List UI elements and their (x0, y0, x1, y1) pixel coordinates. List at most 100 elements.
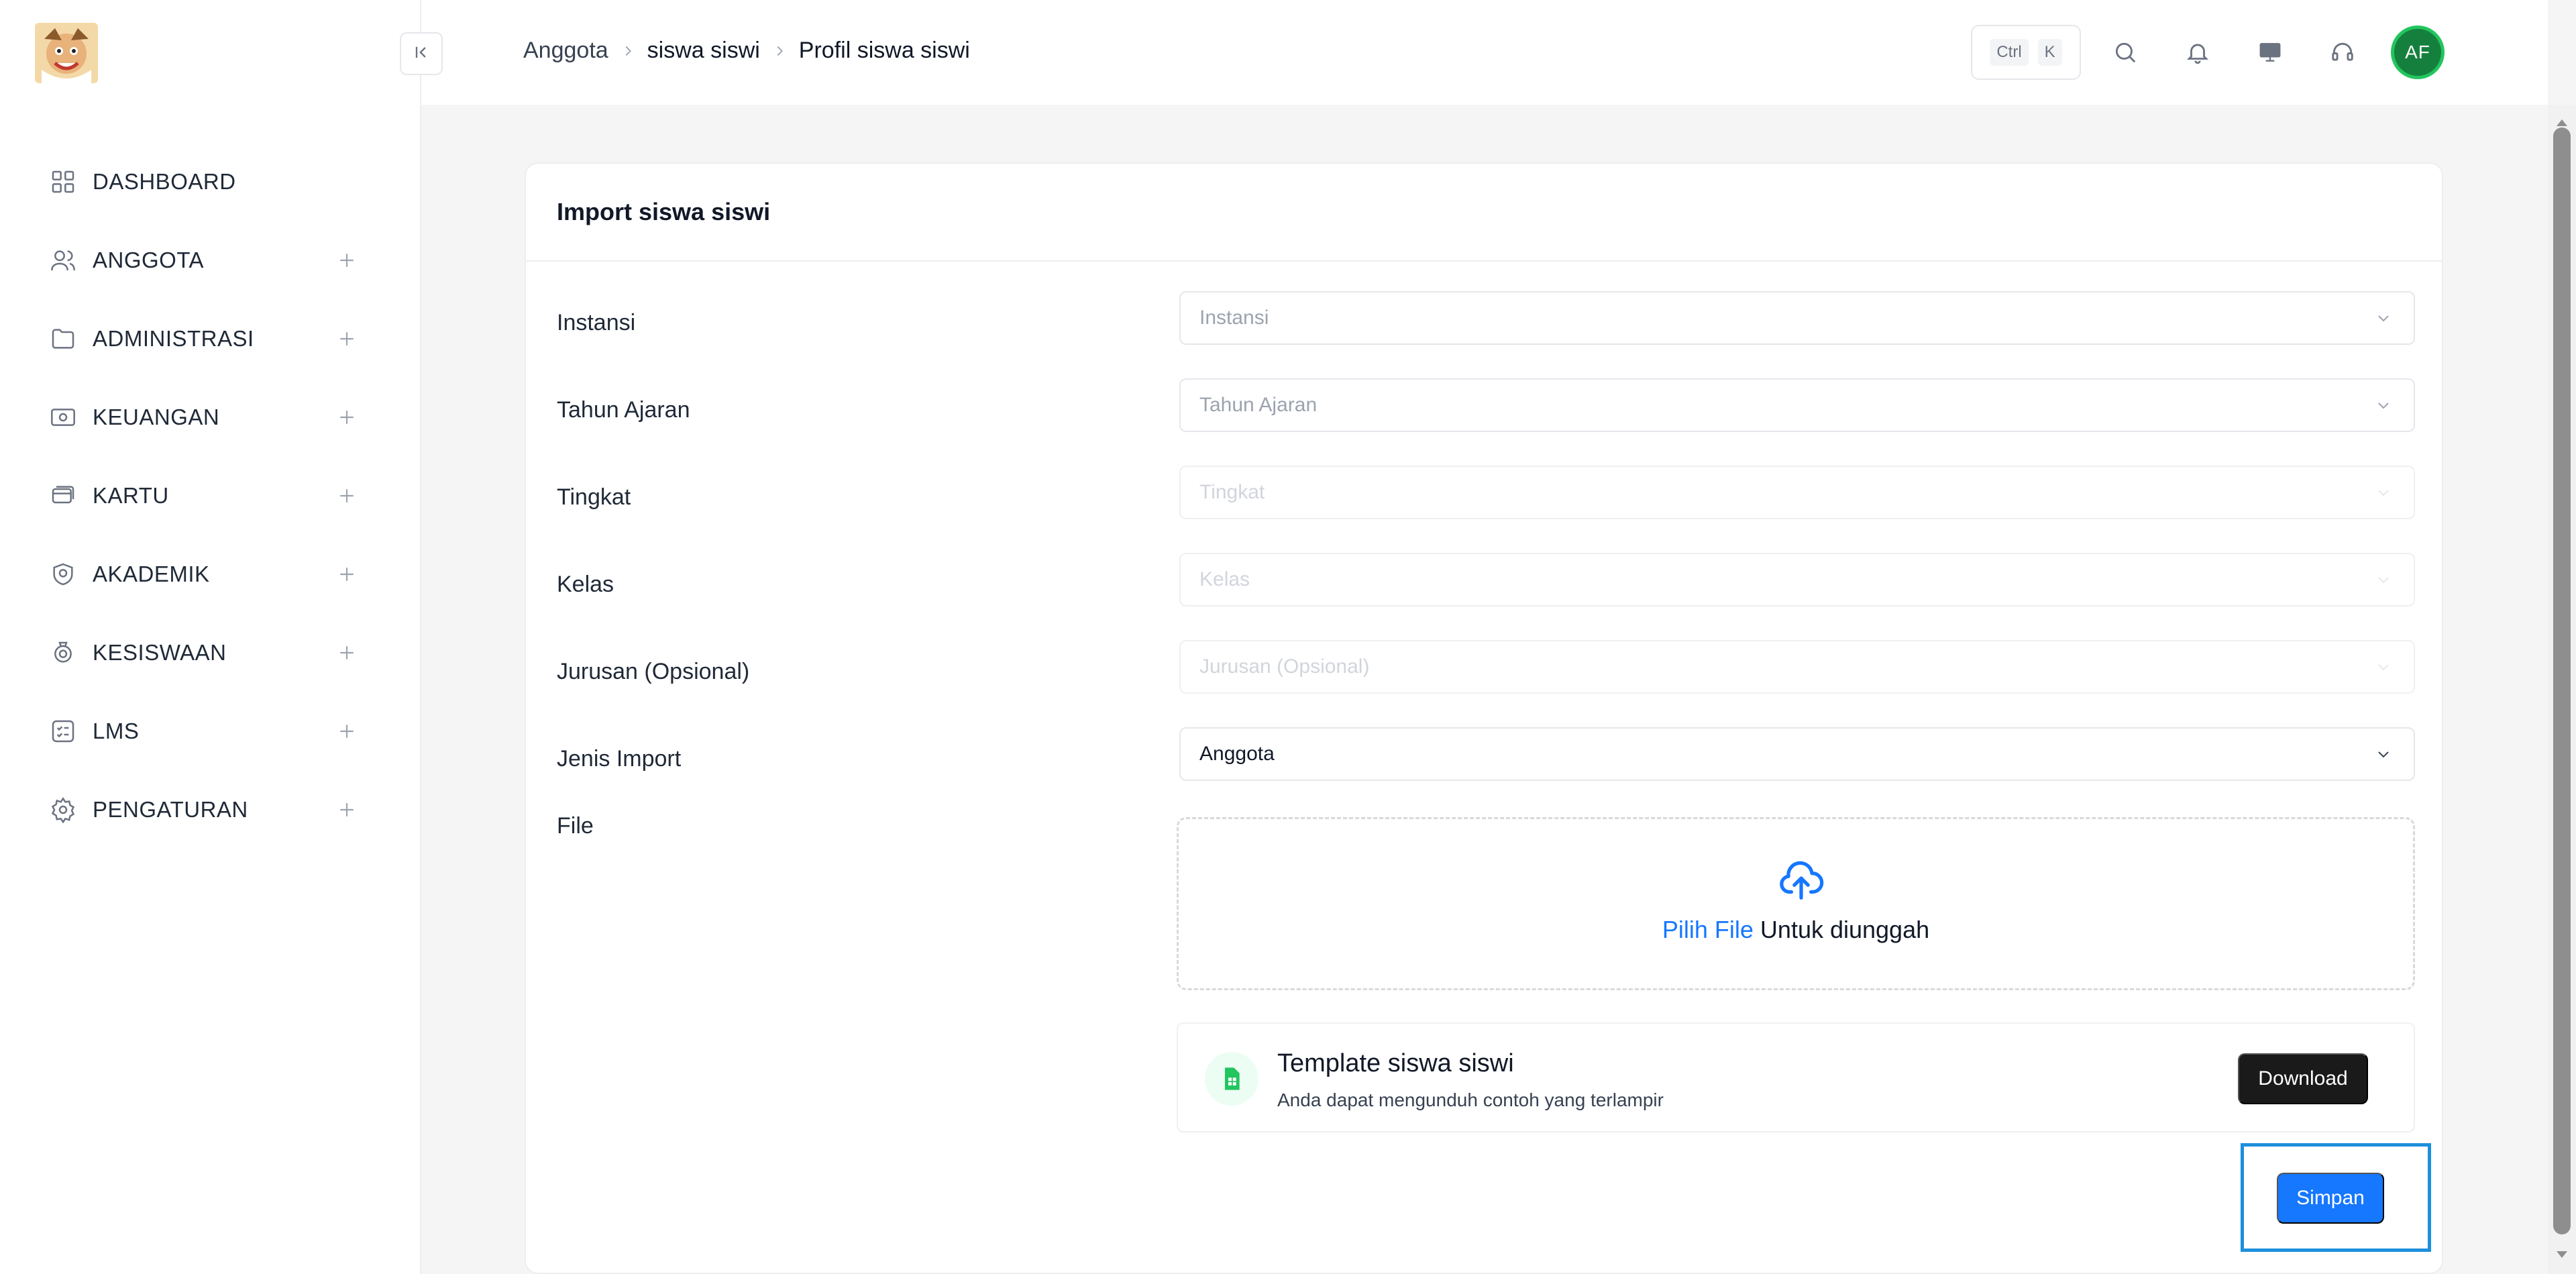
sidebar-item-label: AKADEMIK (93, 561, 210, 586)
sidebar-item-anggota[interactable]: ANGGOTA (0, 221, 421, 299)
sidebar-item-label: LMS (93, 718, 140, 743)
sidebar-item-label: ADMINISTRASI (93, 325, 254, 351)
sidebar-item-pengaturan[interactable]: PENGATURAN (0, 770, 421, 849)
breadcrumb-item-siswa-siswi[interactable]: siswa siswi (647, 38, 760, 64)
instansi-select[interactable]: Instansi (1179, 291, 2415, 345)
form-row-tahun-ajaran: Tahun Ajaran Tahun Ajaran (526, 378, 2442, 432)
breadcrumb: Anggota siswa siswi Profil siswa siswi (523, 38, 970, 64)
sidebar-item-label: ANGGOTA (93, 247, 205, 272)
kelas-label: Kelas (557, 572, 614, 597)
sidebar-collapse-button[interactable] (400, 32, 443, 75)
template-title: Template siswa siswi (1277, 1049, 1514, 1077)
tahun-ajaran-select[interactable]: Tahun Ajaran (1179, 378, 2415, 432)
instansi-placeholder: Instansi (1199, 307, 1269, 329)
tahun-ajaran-placeholder: Tahun Ajaran (1199, 394, 1318, 416)
jurusan-select[interactable]: Jurusan (Opsional) (1179, 640, 2415, 694)
chevron-down-icon (2373, 482, 2394, 502)
plus-icon[interactable] (337, 643, 357, 663)
plus-icon[interactable] (337, 329, 357, 349)
instansi-label: Instansi (557, 310, 636, 335)
form-row-instansi: Instansi Instansi (526, 291, 2442, 345)
breadcrumb-item-current: Profil siswa siswi (798, 38, 970, 63)
tingkat-label: Tingkat (557, 484, 631, 510)
chevron-down-icon (2373, 570, 2394, 590)
spreadsheet-file-icon (1205, 1052, 1258, 1106)
sidebar-item-label: KARTU (93, 482, 169, 508)
plus-icon[interactable] (337, 486, 357, 506)
plus-icon[interactable] (337, 800, 357, 820)
sidebar-item-kesiswaan[interactable]: KESISWAAN (0, 613, 421, 692)
chevron-right-icon (772, 44, 787, 58)
plus-icon[interactable] (337, 407, 357, 427)
chevron-right-icon (621, 44, 635, 58)
chevron-down-icon (2373, 308, 2394, 328)
command-palette-shortcut[interactable]: Ctrl K (1971, 25, 2081, 80)
jenis-import-label: Jenis Import (557, 746, 682, 772)
bell-icon[interactable] (2180, 35, 2215, 70)
template-download-box: Template siswa siswi Anda dapat mengundu… (1177, 1022, 2415, 1132)
sidebar-item-label: DASHBOARD (93, 168, 236, 194)
plus-icon[interactable] (337, 564, 357, 584)
jenis-import-value: Anggota (1199, 743, 1275, 765)
headset-icon[interactable] (2325, 35, 2360, 70)
sidebar-item-label: PENGATURAN (93, 796, 248, 822)
grid-icon (48, 167, 78, 197)
import-card: Import siswa siswi Instansi Instansi Tah… (525, 162, 2443, 1274)
page-scrollbar[interactable] (2548, 105, 2576, 1274)
sidebar-item-kartu[interactable]: KARTU (0, 456, 421, 535)
avatar[interactable]: AF (2391, 25, 2445, 79)
card-icon (48, 481, 78, 511)
users-icon (48, 246, 78, 275)
monitor-icon[interactable] (2253, 35, 2288, 70)
card-header: Import siswa siswi (526, 164, 2442, 262)
sidebar-item-administrasi[interactable]: ADMINISTRASI (0, 299, 421, 378)
sidebar-item-label: KESISWAAN (93, 639, 227, 665)
sidebar-item-akademik[interactable]: AKADEMIK (0, 535, 421, 613)
template-subtitle: Anda dapat mengunduh contoh yang terlamp… (1277, 1090, 1664, 1110)
tingkat-select[interactable]: Tingkat (1179, 466, 2415, 519)
jurusan-placeholder: Jurusan (Opsional) (1199, 655, 1370, 678)
folder-icon (48, 324, 78, 354)
collapse-left-icon (412, 43, 431, 65)
search-icon[interactable] (2108, 35, 2143, 70)
student-icon (48, 638, 78, 668)
scrollbar-thumb[interactable] (2553, 127, 2571, 1234)
file-label: File (557, 813, 594, 839)
kelas-select[interactable]: Kelas (1179, 553, 2415, 606)
sidebar-item-lms[interactable]: LMS (0, 692, 421, 770)
jenis-import-select[interactable]: Anggota (1179, 727, 2415, 781)
sidebar-item-keuangan[interactable]: KEUANGAN (0, 378, 421, 456)
chevron-down-icon (2373, 744, 2394, 764)
form-row-jurusan: Jurusan (Opsional) Jurusan (Opsional) (526, 640, 2442, 694)
file-upload-dropzone[interactable]: Pilih File Untuk diunggah (1177, 817, 2415, 990)
card-title: Import siswa siswi (557, 198, 771, 225)
money-icon (48, 403, 78, 432)
checklist-icon (48, 716, 78, 746)
save-button[interactable]: Simpan (2277, 1173, 2384, 1224)
top-header: Anggota siswa siswi Profil siswa siswi C… (421, 0, 2548, 105)
tahun-ajaran-label: Tahun Ajaran (557, 397, 690, 423)
jurusan-label: Jurusan (Opsional) (557, 659, 750, 684)
form-row-kelas: Kelas Kelas (526, 553, 2442, 606)
upload-hint: Untuk diunggah (1753, 916, 1930, 943)
chevron-down-icon (2373, 395, 2394, 415)
scroll-down-arrow-icon[interactable] (2548, 1250, 2576, 1270)
plus-icon[interactable] (337, 721, 357, 741)
plus-icon[interactable] (337, 250, 357, 270)
breadcrumb-item-anggota[interactable]: Anggota (523, 38, 608, 64)
k-key: K (2037, 39, 2062, 66)
sidebar-nav: DASHBOARD ANGGOTA ADMINISTRASI KEUANGAN … (0, 142, 421, 849)
sidebar: DASHBOARD ANGGOTA ADMINISTRASI KEUANGAN … (0, 0, 421, 1274)
form-row-tingkat: Tingkat Tingkat (526, 466, 2442, 519)
upload-instructions: Pilih File Untuk diunggah (1179, 916, 2413, 944)
choose-file-link[interactable]: Pilih File (1662, 916, 1754, 943)
download-button[interactable]: Download (2238, 1053, 2368, 1104)
app-logo[interactable] (35, 23, 98, 83)
avatar-initials: AF (2394, 29, 2441, 76)
sidebar-item-label: KEUANGAN (93, 404, 220, 429)
sidebar-item-dashboard[interactable]: DASHBOARD (0, 142, 421, 221)
academic-icon (48, 560, 78, 589)
form-row-jenis-import: Jenis Import Anggota (526, 727, 2442, 781)
kelas-placeholder: Kelas (1199, 568, 1250, 590)
ctrl-key: Ctrl (1990, 39, 2029, 66)
